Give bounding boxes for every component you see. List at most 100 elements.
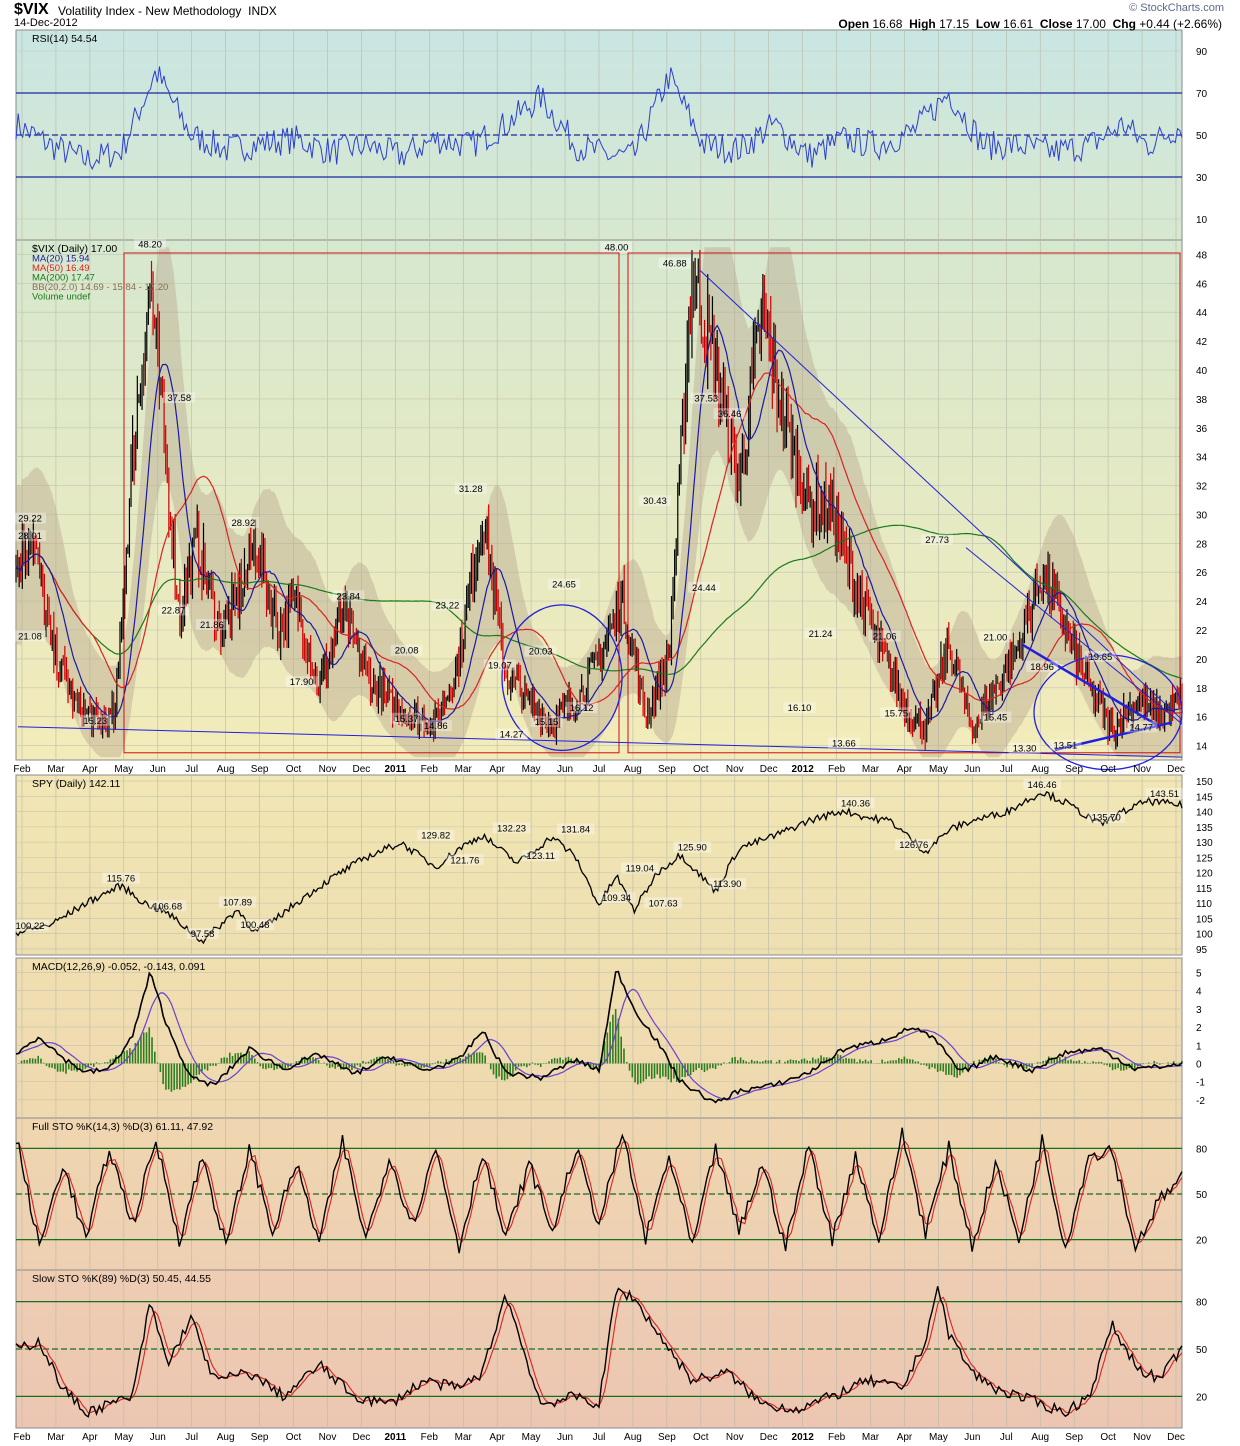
chg-label: Chg <box>1112 17 1136 31</box>
y-tick-label-full: 20 <box>1196 1236 1208 1247</box>
y-tick-label-full: 80 <box>1196 1144 1208 1155</box>
x-tick-label: Oct <box>1100 1432 1116 1443</box>
price-point-label: 19.07 <box>488 660 512 671</box>
x-tick-label: Feb <box>828 764 846 775</box>
spy-point-label: 123.11 <box>527 851 555 862</box>
legend-rsi: RSI(14) 54.54 <box>32 33 98 45</box>
price-point-label: 14.86 <box>424 721 448 732</box>
x-tick-label: Aug <box>624 764 642 775</box>
x-tick-label: Oct <box>693 1432 709 1443</box>
x-tick-label: Jun <box>150 764 166 775</box>
x-tick-label: Jul <box>593 764 606 775</box>
low-label: Low <box>975 17 1000 31</box>
price-point-label: 46.88 <box>663 259 687 270</box>
x-tick-label: Feb <box>13 1432 31 1443</box>
high-label: High <box>909 17 936 31</box>
price-point-label: 15.23 <box>83 716 107 727</box>
x-tick-label: Mar <box>455 1432 473 1443</box>
price-point-label: 21.00 <box>984 632 1008 643</box>
y-tick-label-macd: 5 <box>1196 969 1202 980</box>
x-tick-label: Nov <box>319 1432 337 1443</box>
x-tick-label: Jun <box>150 1432 166 1443</box>
price-point-label: 23.22 <box>436 600 460 611</box>
y-tick-label-macd: 1 <box>1196 1041 1202 1052</box>
y-tick-label-price: 22 <box>1196 626 1208 637</box>
x-tick-label: Nov <box>1133 1432 1151 1443</box>
x-tick-label: Jun <box>557 1432 573 1443</box>
y-tick-label-slow: 50 <box>1196 1345 1208 1356</box>
x-tick-label: 2012 <box>792 1432 815 1443</box>
open-value: 16.68 <box>872 17 903 31</box>
spy-point-label: 129.82 <box>421 831 450 842</box>
x-tick-label: Dec <box>353 1432 371 1443</box>
y-tick-label-price: 16 <box>1196 713 1208 724</box>
y-tick-label-spy: 130 <box>1196 838 1213 849</box>
price-point-label: 20.03 <box>529 646 553 657</box>
x-tick-label: Jul <box>1000 764 1013 775</box>
x-tick-label: Nov <box>319 764 337 775</box>
chart-date: 14-Dec-2012 <box>14 17 78 29</box>
x-tick-label: Nov <box>1133 764 1151 775</box>
x-tick-label: Dec <box>760 764 778 775</box>
x-tick-label: Sep <box>658 1432 676 1443</box>
x-tick-label: Mar <box>455 764 473 775</box>
x-tick-label: Feb <box>13 764 31 775</box>
x-tick-label: Mar <box>47 764 65 775</box>
spy-point-label: 143.51 <box>1150 789 1179 800</box>
y-tick-label-price: 44 <box>1196 308 1208 319</box>
price-point-label: 48.00 <box>605 242 629 253</box>
y-tick-label-slow: 20 <box>1196 1392 1208 1403</box>
spy-point-label: 132.23 <box>497 823 526 834</box>
price-point-label: 14.77 <box>1129 722 1153 733</box>
x-tick-label: Jul <box>1000 1432 1013 1443</box>
x-tick-label: Oct <box>286 764 302 775</box>
price-point-label: 36.46 <box>718 409 742 420</box>
exchange-text: INDX <box>248 4 277 18</box>
x-tick-label: Jul <box>593 1432 606 1443</box>
y-tick-label-rsi: 10 <box>1196 215 1208 226</box>
spy-point-label: 131.84 <box>561 825 590 836</box>
y-tick-label-macd: 4 <box>1196 987 1202 998</box>
x-tick-label: Jul <box>185 1432 198 1443</box>
x-tick-label: Oct <box>693 764 709 775</box>
spy-point-label: 107.63 <box>649 898 678 909</box>
y-tick-label-rsi: 90 <box>1196 47 1208 58</box>
y-tick-label-rsi: 70 <box>1196 89 1208 100</box>
x-tick-label: Dec <box>760 1432 778 1443</box>
y-tick-label-price: 32 <box>1196 482 1208 493</box>
y-tick-label-price: 42 <box>1196 337 1208 348</box>
y-tick-label-macd: -2 <box>1196 1096 1205 1107</box>
x-tick-label: Aug <box>217 1432 235 1443</box>
price-point-label: 31.28 <box>459 484 483 495</box>
low-value: 16.61 <box>1003 17 1034 31</box>
y-tick-label-spy: 110 <box>1196 899 1212 910</box>
x-tick-label: Feb <box>828 1432 846 1443</box>
y-tick-label-price: 18 <box>1196 684 1208 695</box>
x-tick-label: Nov <box>726 764 744 775</box>
y-tick-label-spy: 150 <box>1196 777 1213 788</box>
x-tick-label: Feb <box>421 1432 439 1443</box>
price-point-label: 29.22 <box>18 514 42 525</box>
price-point-label: 22.87 <box>162 605 186 616</box>
x-tick-label: Jun <box>557 764 573 775</box>
spy-point-label: 121.76 <box>450 855 479 866</box>
price-point-label: 20.08 <box>395 646 419 657</box>
x-tick-label: Apr <box>897 764 913 775</box>
x-tick-label: May <box>522 764 541 775</box>
price-point-label: 14.27 <box>500 730 524 741</box>
price-point-label: 17.90 <box>290 677 314 688</box>
spy-point-label: 126.76 <box>899 840 928 851</box>
price-point-label: 15.45 <box>984 713 1008 724</box>
x-tick-label: Sep <box>1065 1432 1083 1443</box>
x-tick-label: 2011 <box>385 1432 407 1443</box>
instrument-name: Volatility Index - New Methodology INDX <box>58 4 277 18</box>
y-tick-label-spy: 95 <box>1196 945 1208 956</box>
x-tick-label: Aug <box>1031 1432 1049 1443</box>
price-point-label: 21.06 <box>873 632 897 643</box>
y-tick-label-spy: 105 <box>1196 914 1213 925</box>
x-tick-label: May <box>522 1432 541 1443</box>
y-tick-label-spy: 140 <box>1196 808 1213 819</box>
price-point-label: 21.86 <box>200 620 224 631</box>
spy-point-label: 140.36 <box>841 799 870 810</box>
y-tick-label-macd: 2 <box>1196 1023 1202 1034</box>
